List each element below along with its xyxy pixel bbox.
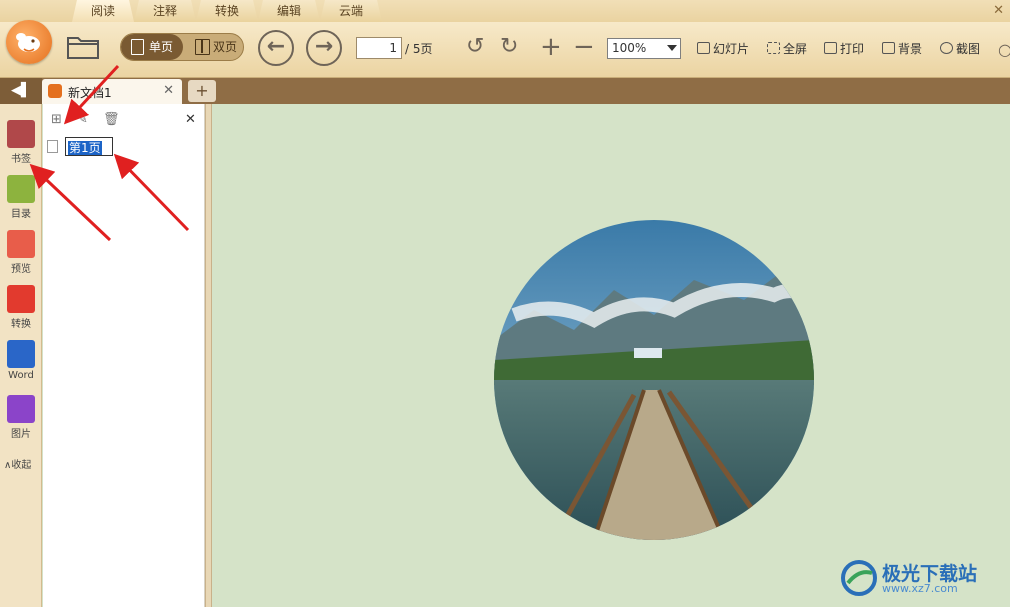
close-tab-icon[interactable]: ✕	[163, 83, 174, 98]
bookmark-name-field[interactable]: 第1页	[65, 137, 113, 156]
app-logo[interactable]	[6, 20, 52, 64]
zoom-value: 100%	[612, 41, 647, 55]
screenshot-button[interactable]: 截图	[940, 40, 980, 57]
sidebar-item-preview[interactable]: 预览	[0, 230, 42, 275]
rotate-left-icon[interactable]: ↺	[466, 36, 484, 58]
slideshow-label: 幻灯片	[713, 42, 750, 56]
sidebar-item-toc[interactable]: 目录	[0, 175, 42, 220]
single-page-icon	[131, 39, 144, 55]
search-icon[interactable]: ○	[998, 39, 1010, 61]
page-total: / 5页	[405, 42, 433, 56]
double-page-button[interactable]: 双页	[185, 34, 243, 60]
sidebar-item-bookmark[interactable]: 书签	[0, 120, 42, 165]
double-page-icon	[195, 39, 210, 55]
screenshot-label: 截图	[956, 42, 981, 56]
zoom-select[interactable]: 100%	[607, 38, 681, 59]
background-button[interactable]: 背景	[882, 40, 922, 57]
tab-annotate[interactable]: 注释	[134, 0, 196, 22]
toolbar: 单页 双页 ← → 1 / 5页 ↺ ↻ + − 100% 幻灯片 全屏 打印 …	[0, 20, 1010, 78]
scissors-icon	[940, 42, 953, 54]
print-button[interactable]: 打印	[824, 40, 864, 57]
sidebar-item-word[interactable]: Word	[0, 340, 42, 381]
sidebar-item-label: 目录	[11, 209, 31, 220]
tab-convert[interactable]: 转换	[196, 0, 258, 22]
add-bookmark-icon[interactable]: ⊞	[51, 112, 62, 127]
bookmark-name-text: 第1页	[68, 141, 102, 155]
print-icon	[824, 42, 837, 54]
feature-sidebar: 书签 目录 预览 转换 Word 图片 ∧收起	[0, 104, 42, 607]
sidebar-item-label: 预览	[11, 264, 31, 275]
logo-icon	[16, 33, 40, 52]
chevron-down-icon	[667, 45, 677, 51]
sidebar-collapse-button[interactable]: ∧收起	[4, 456, 31, 471]
fullscreen-icon	[767, 42, 780, 54]
document-canvas	[212, 104, 1010, 607]
single-page-button[interactable]: 单页	[121, 34, 183, 60]
fullscreen-button[interactable]: 全屏	[767, 40, 807, 57]
new-tab-button[interactable]: +	[188, 80, 216, 102]
bookmark-toolbar: ⊞ ✎ 🗑 ✕	[43, 112, 205, 132]
zoom-out-icon[interactable]: −	[573, 34, 595, 60]
sidebar-item-label: 图片	[11, 429, 31, 440]
document-tab-bar: ◀▌ 新文档1 ✕ +	[0, 78, 1010, 104]
page-view-toggle: 单页 双页	[120, 33, 244, 61]
print-label: 打印	[840, 42, 865, 56]
menu-tab-strip: 阅读 注释 转换 编辑 云端 ✕	[0, 0, 1010, 22]
word-icon	[7, 340, 35, 368]
sidebar-item-convert[interactable]: 转换	[0, 285, 42, 330]
page-number-input[interactable]: 1	[356, 37, 402, 59]
tab-read[interactable]: 阅读	[72, 0, 134, 22]
watermark-url: www.xz7.com	[882, 582, 958, 595]
single-page-label: 单页	[149, 40, 174, 54]
image-icon	[7, 395, 35, 423]
background-label: 背景	[898, 42, 923, 56]
site-watermark: 极光下载站 www.xz7.com	[840, 557, 1000, 601]
sidebar-item-label: 书签	[11, 154, 31, 165]
tab-cloud[interactable]: 云端	[320, 0, 382, 22]
edit-bookmark-icon[interactable]: ✎	[77, 112, 88, 127]
fullscreen-label: 全屏	[783, 42, 808, 56]
sidebar-item-label: 转换	[11, 319, 31, 330]
sidebar-item-label: Word	[8, 370, 34, 381]
tab-edit[interactable]: 编辑	[258, 0, 320, 22]
zoom-in-icon[interactable]: +	[540, 34, 562, 60]
preview-icon	[7, 230, 35, 258]
rotate-right-icon[interactable]: ↻	[500, 36, 518, 58]
sidebar-item-image[interactable]: 图片	[0, 395, 42, 440]
slideshow-icon	[697, 42, 710, 54]
close-panel-icon[interactable]: ✕	[185, 112, 196, 127]
document-icon	[48, 84, 62, 98]
bookmark-panel: ⊞ ✎ 🗑 ✕ 第1页	[43, 104, 205, 607]
bookmark-icon	[7, 120, 35, 148]
slideshow-button[interactable]: 幻灯片	[697, 40, 749, 57]
window-close-icon[interactable]: ✕	[993, 3, 1004, 18]
toc-icon	[7, 175, 35, 203]
next-page-button[interactable]: →	[306, 30, 342, 66]
document-tab[interactable]: 新文档1 ✕	[42, 79, 182, 104]
lake-pier-image	[494, 220, 814, 540]
panel-splitter[interactable]	[205, 104, 212, 607]
double-page-label: 双页	[213, 40, 238, 54]
background-icon	[882, 42, 895, 54]
prev-page-button[interactable]: ←	[258, 30, 294, 66]
watermark-logo-icon	[841, 560, 877, 596]
open-folder-icon[interactable]	[66, 32, 100, 60]
pdf-to-word-icon	[7, 285, 35, 313]
collapse-sidebar-icon[interactable]: ◀▌	[0, 78, 42, 104]
delete-bookmark-icon[interactable]: 🗑	[103, 112, 120, 127]
page-icon	[47, 140, 58, 153]
circular-photo	[494, 220, 814, 540]
document-tab-title: 新文档1	[68, 86, 112, 100]
